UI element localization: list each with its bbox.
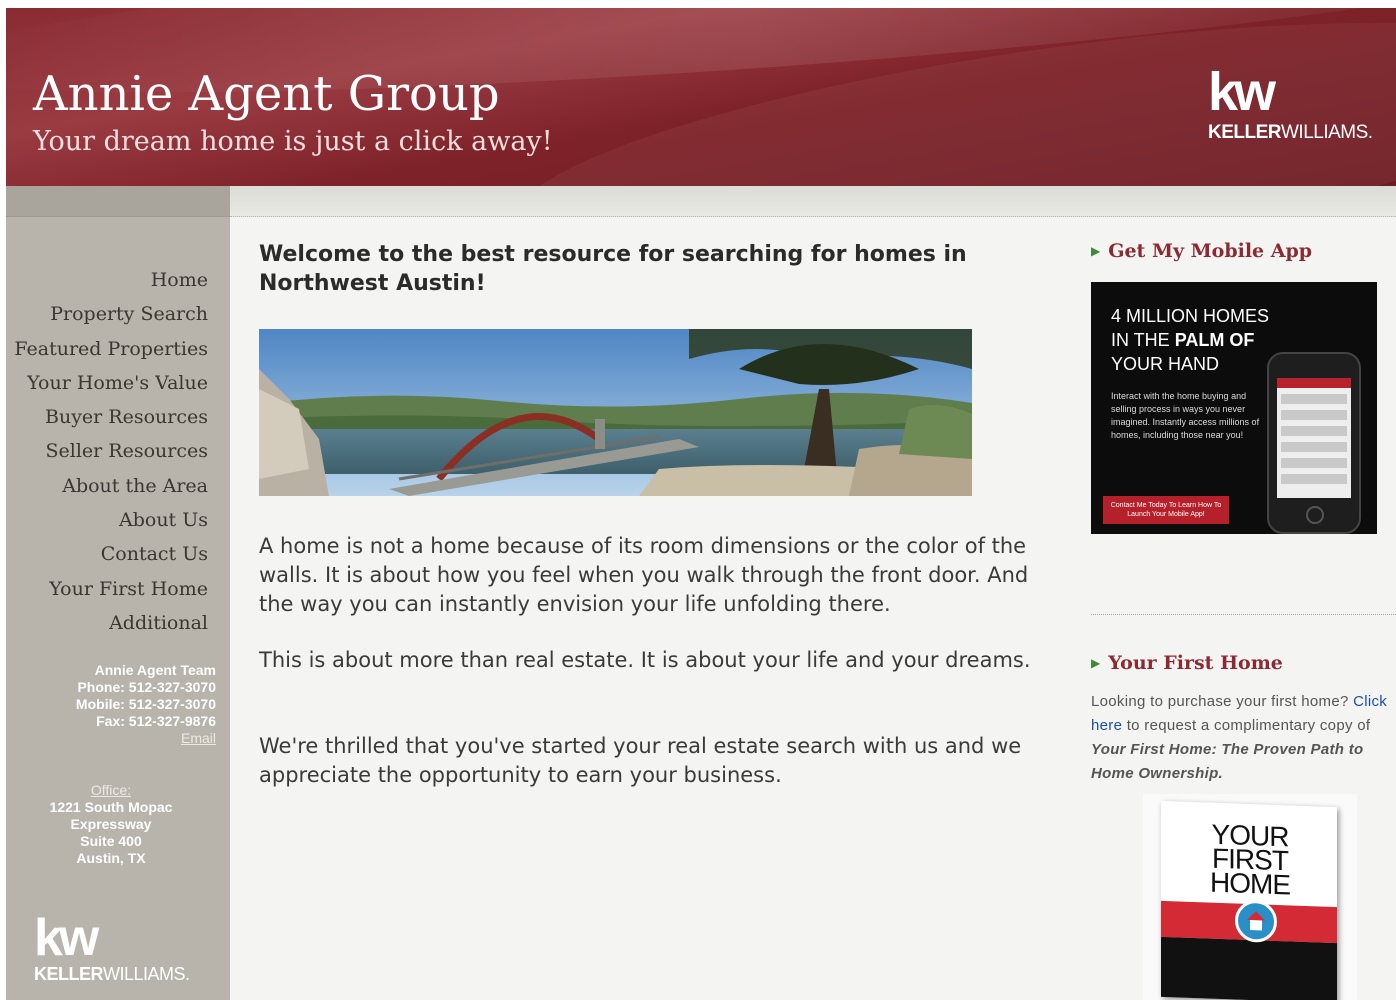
sidebar: Home Property Search Featured Properties… (6, 186, 230, 1000)
office-address-line: Austin, TX (76, 850, 146, 866)
site-header: Annie Agent Group Your dream home is jus… (6, 8, 1396, 186)
first-home-text: to request a complimentary copy of (1122, 717, 1371, 734)
contact-fax: Fax: 512-327-9876 (96, 713, 216, 729)
nav-item-about-us[interactable]: About Us (14, 508, 208, 542)
phone-screen-row (1281, 410, 1347, 420)
kw-logo-word-light: WILLIAMS. (1281, 122, 1373, 143)
intro-paragraph-2: This is about more than real estate. It … (259, 648, 1031, 672)
phone-screen-row (1281, 474, 1347, 484)
phone-illustration (1267, 352, 1361, 534)
kw-logo-mark: kw (1208, 62, 1276, 122)
app-ad-headline-bold: PALM OF (1174, 330, 1255, 350)
kw-logo-word-bold: KELLER (1208, 122, 1282, 143)
app-ad-headline-line: IN THE PALM OF (1111, 328, 1269, 352)
book-cover: YOUR FIRST HOME (1161, 800, 1337, 1000)
app-ad-body: Interact with the home buying and sellin… (1111, 391, 1260, 440)
intro-paragraph-1: A home is not a home because of its room… (259, 534, 1029, 616)
page: Annie Agent Group Your dream home is jus… (6, 8, 1396, 1000)
office-address-line: Suite 400 (80, 833, 142, 849)
first-home-heading-text: Your First Home (1108, 652, 1283, 674)
nav-item-featured-properties[interactable]: Featured Properties (14, 337, 208, 371)
book-cover-band (1161, 936, 1337, 1000)
nav-item-seller-resources[interactable]: Seller Resources (14, 439, 208, 473)
office-address-line: 1221 South Mopac (49, 799, 173, 815)
hero-panorama-image (259, 329, 972, 496)
nav-item-contact-us[interactable]: Contact Us (14, 542, 208, 576)
app-ad-headline-line: 4 MILLION HOMES (1111, 306, 1270, 326)
phone-screen-row (1281, 442, 1347, 452)
main-content: Welcome to the best resource for searchi… (259, 240, 1039, 787)
nav-item-additional[interactable]: Additional (14, 611, 208, 645)
main-nav: Home Property Search Featured Properties… (14, 268, 208, 645)
contact-mobile: Mobile: 512-327-3070 (75, 696, 216, 712)
sidebar-top-strip (6, 186, 230, 217)
arrow-right-icon: ▶ (1091, 244, 1101, 258)
house-body (1250, 920, 1262, 931)
phone-screen (1277, 378, 1351, 498)
nav-item-about-area[interactable]: About the Area (14, 474, 208, 508)
mobile-app-heading-text: Get My Mobile App (1108, 240, 1313, 262)
mobile-app-ad[interactable]: 4 MILLION HOMES IN THE PALM OF YOUR HAND… (1091, 282, 1377, 534)
app-ad-headline: 4 MILLION HOMES IN THE PALM OF YOUR HAND (1111, 304, 1269, 376)
book-cover-title: YOUR FIRST HOME (1210, 818, 1290, 901)
office-label[interactable]: Office: (36, 782, 186, 799)
phone-screen-row (1281, 394, 1347, 404)
first-home-text: Looking to purchase your first home? (1091, 693, 1354, 710)
nav-item-property-search[interactable]: Property Search (14, 302, 208, 336)
section-divider (1091, 614, 1396, 615)
app-ad-headline-part: IN THE (1111, 330, 1175, 350)
house-icon (1235, 899, 1277, 943)
mobile-app-heading[interactable]: ▶ Get My Mobile App (1091, 240, 1396, 262)
kw-logo-wordmark: KELLERWILLIAMS. (1208, 122, 1378, 144)
first-home-description: Looking to purchase your first home? Cli… (1091, 690, 1391, 786)
first-home-heading[interactable]: ▶ Your First Home (1091, 652, 1283, 674)
keller-williams-logo-sidebar[interactable]: kw KELLERWILLIAMS. (34, 909, 190, 985)
app-ad-headline-line: YOUR HAND (1111, 354, 1220, 374)
kw-logo-wordmark: KELLERWILLIAMS. (34, 964, 190, 985)
site-title[interactable]: Annie Agent Group (33, 66, 500, 122)
phone-screen-row (1281, 426, 1347, 436)
nav-item-buyer-resources[interactable]: Buyer Resources (14, 405, 208, 439)
contact-email-link[interactable]: Email (6, 730, 216, 747)
book-cover-image[interactable]: YOUR FIRST HOME (1143, 794, 1357, 1000)
book-title-text: Your First Home: The Proven Path to Home… (1091, 741, 1364, 782)
contact-team: Annie Agent Team (94, 662, 216, 678)
intro-paragraph-3: We're thrilled that you've started your … (259, 734, 1022, 787)
site-tagline: Your dream home is just a click away! (33, 126, 553, 157)
keller-williams-logo[interactable]: kw KELLERWILLIAMS. (1208, 62, 1378, 144)
phone-screen-bar (1277, 378, 1351, 388)
kw-logo-mark: kw (34, 909, 99, 967)
app-ad-contact-button[interactable]: Contact Me Today To Learn How To Launch … (1103, 496, 1229, 524)
kw-logo-word-bold: KELLER (34, 964, 104, 984)
phone-screen-row (1281, 458, 1347, 468)
welcome-heading: Welcome to the best resource for searchi… (259, 242, 967, 296)
arrow-right-icon: ▶ (1091, 656, 1101, 670)
phone-home-button (1306, 506, 1324, 524)
nav-item-first-home[interactable]: Your First Home (14, 577, 208, 611)
contact-phone: Phone: 512-327-3070 (77, 679, 216, 695)
kw-logo-word-light: WILLIAMS. (103, 964, 190, 984)
right-column: ▶ Get My Mobile App 4 MILLION HOMES IN TH… (1091, 240, 1396, 1000)
nav-item-home[interactable]: Home (14, 268, 208, 302)
contact-info: Annie Agent Team Phone: 512-327-3070 Mob… (6, 662, 216, 747)
content-top-strip (230, 186, 1396, 217)
office-info: Office: 1221 South Mopac Expressway Suit… (36, 782, 186, 867)
nav-item-home-value[interactable]: Your Home's Value (14, 371, 208, 405)
panorama-illustration (259, 329, 972, 496)
office-address-line: Expressway (70, 816, 152, 832)
